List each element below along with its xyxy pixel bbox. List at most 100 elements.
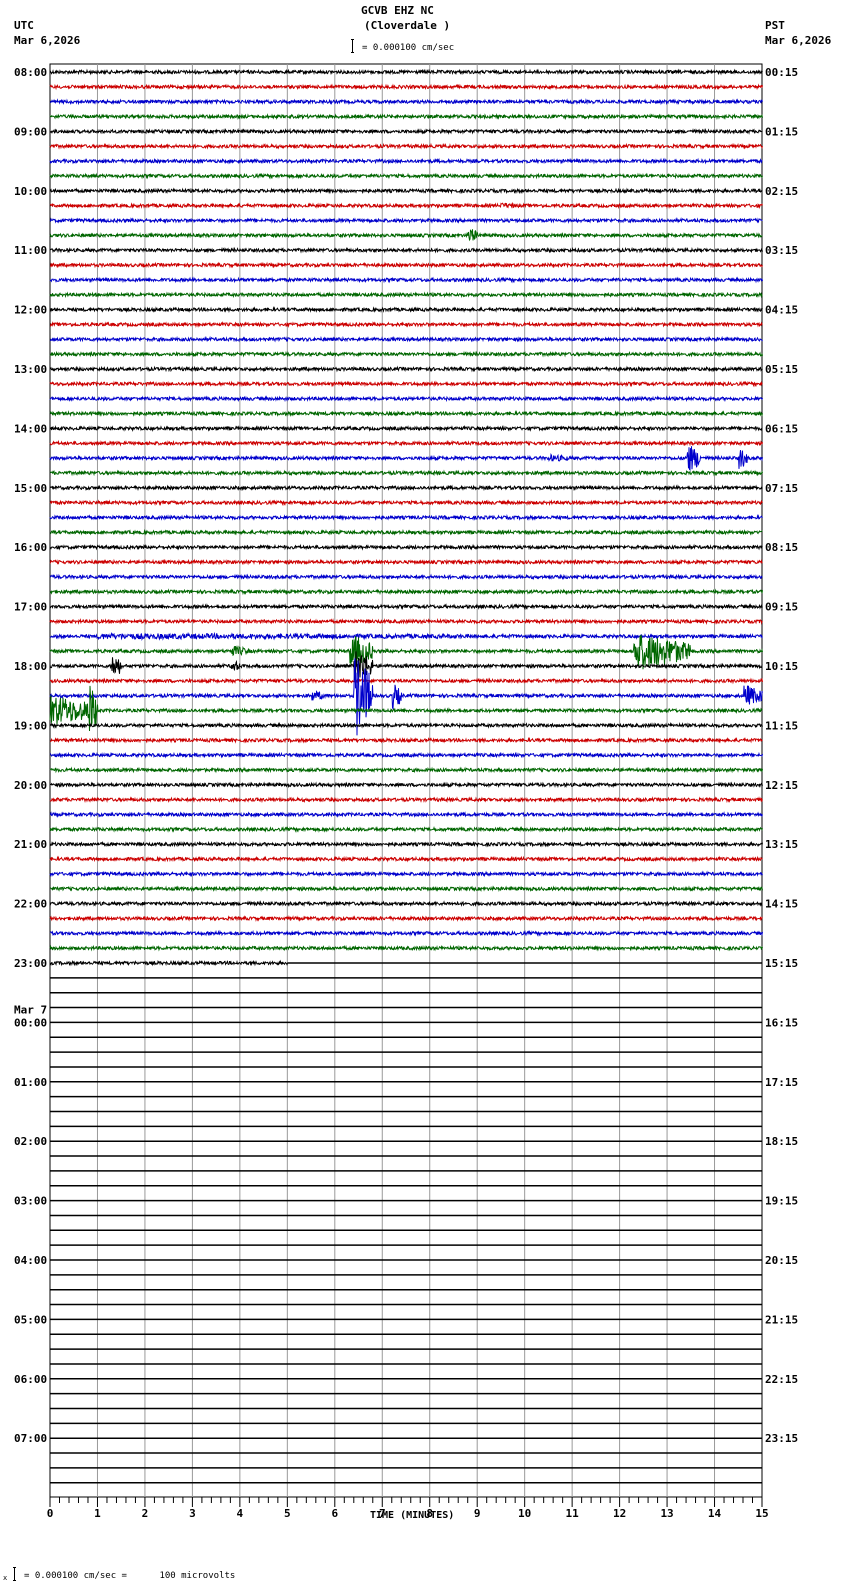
- left-time-label: 12:00: [14, 304, 47, 317]
- footer-scale-label: = 0.000100 cm/sec = 100 microvolts: [24, 1571, 236, 1581]
- seismic-trace: [49, 424, 763, 432]
- seismic-trace: [49, 736, 763, 744]
- seismic-trace: [49, 810, 763, 818]
- seismic-trace: [49, 172, 763, 180]
- x-tick-label: 14: [708, 1507, 722, 1520]
- helicorder-plot: 0 1 2 3 4 5 6 7 8 9 10 11 12 13 14 1508:0009:0010:0011:…: [14, 63, 798, 1520]
- seismic-trace: [49, 127, 763, 135]
- seismic-trace: [49, 410, 763, 418]
- left-time-label: 21:00: [14, 838, 47, 851]
- x-tick-label: 11: [566, 1507, 580, 1520]
- x-tick-label: 0: [47, 1507, 54, 1520]
- right-time-label: 12:15: [765, 779, 798, 792]
- right-time-label: 11:15: [765, 719, 798, 732]
- left-time-label: 04:00: [14, 1254, 47, 1267]
- seismic-trace: [49, 825, 763, 833]
- left-time-label: 19:00: [14, 719, 47, 732]
- left-time-label: 11:00: [14, 244, 47, 257]
- seismic-trace: [49, 900, 763, 908]
- seismic-trace: [49, 261, 763, 269]
- seismic-trace: [49, 320, 763, 328]
- left-time-label: 22:00: [14, 898, 47, 911]
- right-time-label: 09:15: [765, 601, 798, 614]
- left-time-label: 15:00: [14, 482, 47, 495]
- left-time-label: 20:00: [14, 779, 47, 792]
- right-time-label: 07:15: [765, 482, 798, 495]
- right-time-label: 16:15: [765, 1016, 798, 1029]
- seismic-trace: [49, 446, 763, 471]
- x-tick-label: 9: [474, 1507, 481, 1520]
- seismic-trace: [49, 840, 763, 848]
- left-date-label: Mar 7: [14, 1003, 47, 1016]
- left-time-label: 13:00: [14, 363, 47, 376]
- x-tick-label: 13: [660, 1507, 673, 1520]
- seismic-trace: [49, 484, 763, 492]
- seismic-trace: [49, 558, 763, 566]
- seismic-trace: [49, 618, 763, 625]
- right-time-label: 17:15: [765, 1076, 798, 1089]
- seismic-trace: [50, 528, 763, 536]
- left-time-label: 07:00: [14, 1432, 47, 1445]
- seismic-trace: [49, 229, 763, 242]
- right-time-label: 21:15: [765, 1313, 798, 1326]
- x-tick-label: 10: [518, 1507, 531, 1520]
- left-time-label: 17:00: [14, 601, 47, 614]
- seismic-trace: [49, 246, 763, 254]
- seismic-trace: [49, 959, 288, 967]
- x-tick-label: 4: [237, 1507, 244, 1520]
- seismic-trace: [49, 796, 763, 804]
- seismic-trace: [49, 439, 763, 447]
- footer-scale-bar-icon: [13, 1567, 16, 1581]
- left-time-label: 18:00: [14, 660, 47, 673]
- left-time-label: 03:00: [14, 1195, 47, 1208]
- seismic-trace: [49, 944, 763, 952]
- left-time-label: 02:00: [14, 1135, 47, 1148]
- seismic-trace: [49, 187, 763, 195]
- seismic-trace: [49, 855, 763, 863]
- left-time-label: 10:00: [14, 185, 47, 198]
- seismic-trace: [49, 157, 763, 165]
- seismic-trace: [49, 588, 763, 596]
- right-time-label: 02:15: [765, 185, 798, 198]
- seismic-trace: [49, 68, 763, 76]
- left-time-label: 06:00: [14, 1373, 47, 1386]
- seismic-trace: [49, 380, 763, 388]
- seismic-trace: [49, 113, 763, 121]
- seismic-trace: [49, 929, 763, 937]
- seismic-trace: [49, 499, 763, 507]
- seismic-trace: [49, 291, 763, 299]
- footer-prefix: x: [3, 1574, 8, 1582]
- seismic-trace: [49, 751, 763, 759]
- seismic-trace: [49, 631, 763, 642]
- seismic-trace: [49, 914, 763, 922]
- right-time-label: 06:15: [765, 422, 798, 435]
- x-tick-label: 6: [331, 1507, 338, 1520]
- seismic-trace: [49, 677, 763, 685]
- x-tick-label: 12: [613, 1507, 626, 1520]
- x-tick-label: 15: [755, 1507, 768, 1520]
- left-time-label: 01:00: [14, 1076, 47, 1089]
- seismic-trace: [49, 365, 763, 373]
- right-time-label: 05:15: [765, 363, 798, 376]
- seismic-trace: [49, 573, 763, 581]
- left-time-label: 16:00: [14, 541, 47, 554]
- left-time-label: 23:00: [14, 957, 47, 970]
- seismic-trace: [49, 83, 763, 91]
- right-time-label: 14:15: [765, 898, 798, 911]
- seismic-trace: [49, 513, 763, 522]
- seismic-trace: [49, 766, 763, 774]
- right-time-label: 01:15: [765, 125, 798, 138]
- x-axis-label: TIME (MINUTES): [370, 1510, 455, 1521]
- right-time-label: 15:15: [765, 957, 798, 970]
- seismic-trace: [49, 395, 763, 403]
- x-tick-label: 2: [142, 1507, 149, 1520]
- left-time-label: 08:00: [14, 66, 47, 79]
- seismic-trace: [49, 142, 763, 150]
- left-time-label: 05:00: [14, 1313, 47, 1326]
- helicorder-page: GCVB EHZ NC (Cloverdale ) UTC Mar 6,2026…: [0, 0, 850, 1584]
- seismic-trace: [49, 335, 763, 343]
- seismic-trace: [49, 721, 763, 729]
- left-time-label: 14:00: [14, 422, 47, 435]
- right-time-label: 19:15: [765, 1195, 798, 1208]
- seismic-trace: [49, 469, 763, 477]
